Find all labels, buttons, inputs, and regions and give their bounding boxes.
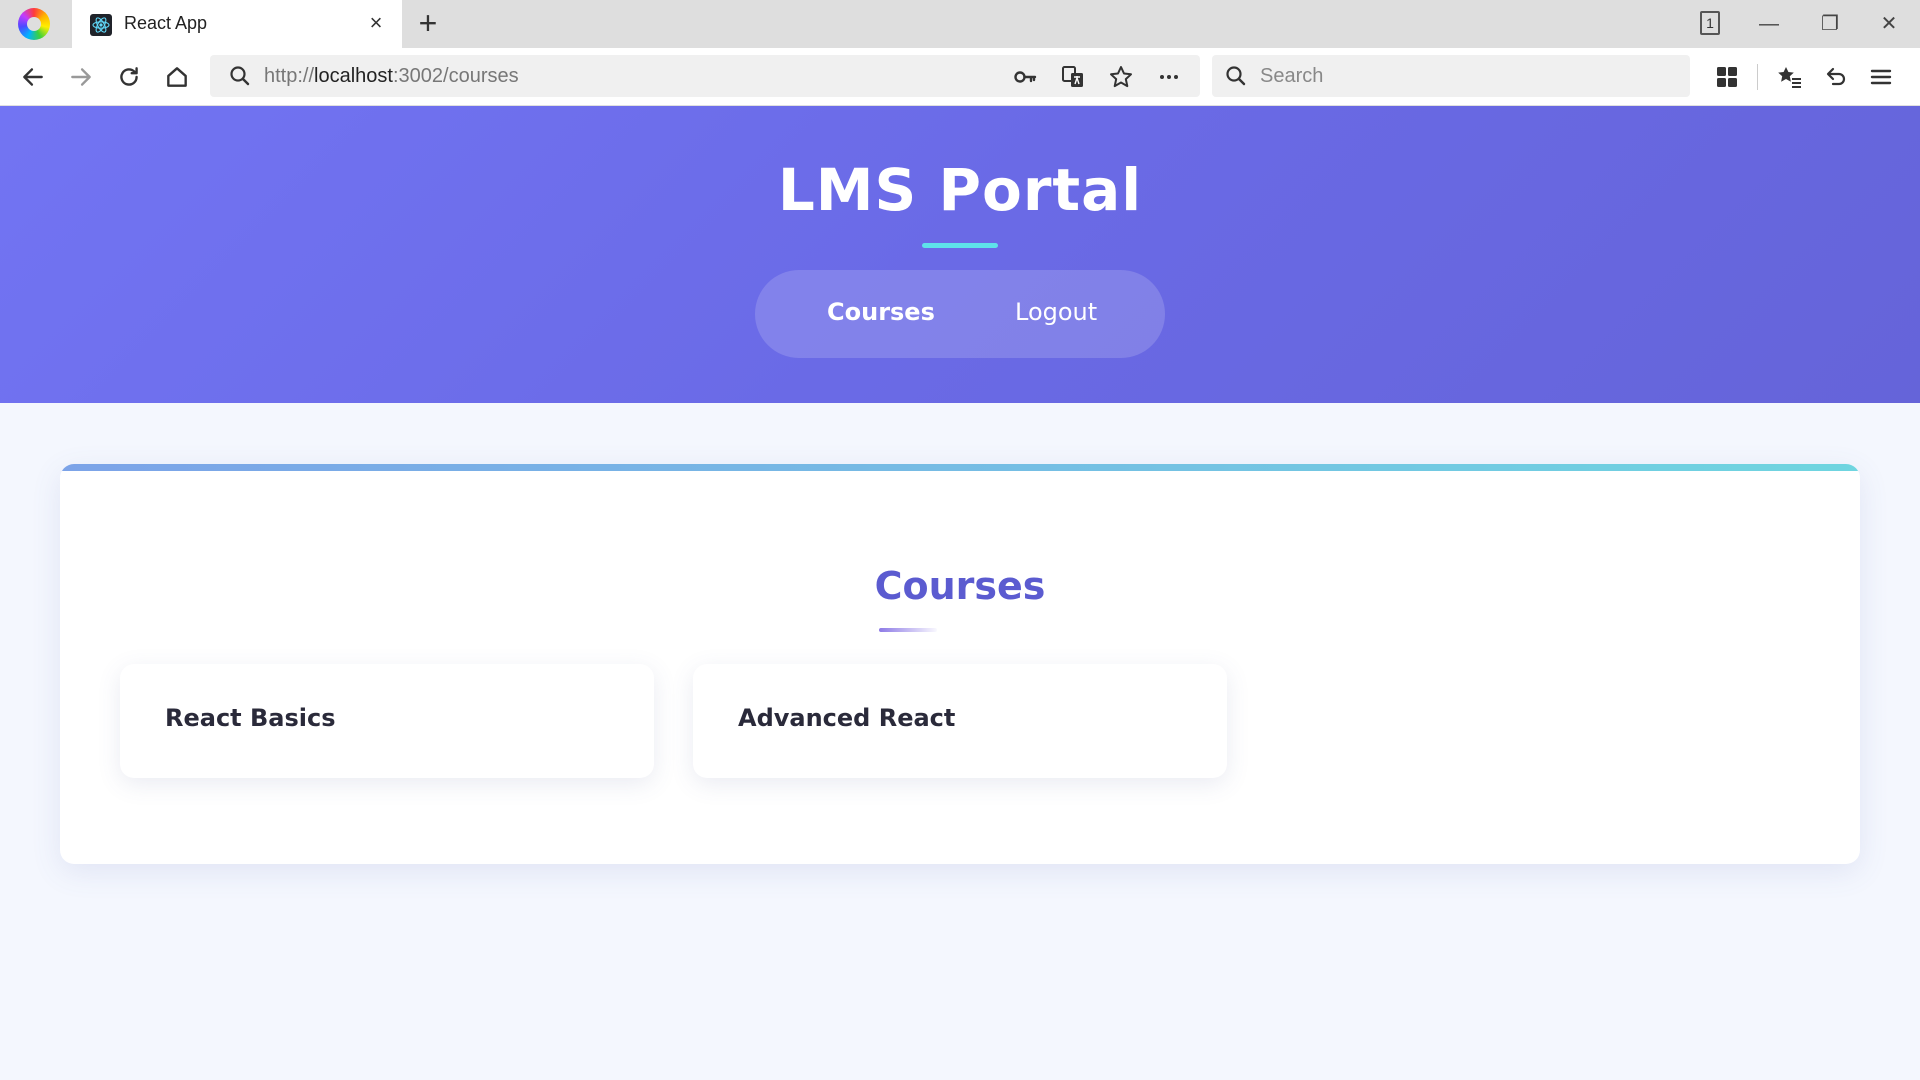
browser-tab-bar: React App × + 1 — ❐ ✕ (0, 0, 1920, 48)
tab-title: React App (124, 13, 208, 33)
hamburger-menu-icon (1870, 69, 1892, 85)
toolbar-divider (1757, 64, 1758, 90)
nav-link-logout[interactable]: Logout (1015, 298, 1097, 326)
back-arrow-icon (23, 68, 43, 86)
new-tab-button[interactable]: + (412, 7, 444, 40)
url-text[interactable]: http://localhost:3002/courses (264, 65, 519, 88)
react-favicon-icon (90, 14, 112, 36)
restore-window-button[interactable]: ❐ (1810, 8, 1850, 40)
browser-tab-active[interactable]: React App × (72, 0, 402, 48)
close-window-button[interactable]: ✕ (1869, 8, 1909, 40)
search-icon (230, 66, 250, 86)
section-title: Courses (874, 564, 1046, 608)
apps-grid-button[interactable] (1710, 60, 1744, 94)
forward-button[interactable] (64, 60, 98, 94)
course-title: Advanced React (738, 704, 956, 732)
tab-close-icon[interactable]: × (364, 12, 388, 36)
minimize-window-button[interactable]: — (1749, 8, 1789, 40)
address-bar[interactable]: http://localhost:3002/courses (210, 55, 1200, 97)
more-options-icon[interactable] (1156, 64, 1182, 90)
section-title-underline (879, 628, 937, 632)
title-underline (922, 243, 998, 248)
browser-search-bar[interactable] (1212, 55, 1690, 97)
site-title: LMS Portal (777, 156, 1143, 224)
favorites-button[interactable] (1773, 60, 1807, 94)
undo-close-tab-button[interactable] (1818, 60, 1852, 94)
main-menu-button[interactable] (1864, 60, 1898, 94)
course-card[interactable]: Advanced React (693, 664, 1227, 778)
courses-panel: Courses React Basics Advanced React (60, 464, 1860, 864)
grid-icon (1717, 67, 1737, 87)
back-button[interactable] (16, 60, 50, 94)
course-card[interactable]: React Basics (120, 664, 654, 778)
course-title: React Basics (165, 704, 336, 732)
favorites-list-icon (1778, 67, 1801, 88)
browser-logo-icon (18, 8, 50, 40)
url-host: localhost (314, 65, 393, 87)
panel-accent-bar (60, 464, 1860, 471)
search-icon (1226, 66, 1246, 86)
key-icon[interactable] (1012, 64, 1038, 90)
browser-toolbar: http://localhost:3002/courses (0, 48, 1920, 106)
nav-link-courses[interactable]: Courses (827, 298, 935, 326)
home-icon (167, 67, 187, 87)
url-path: :3002/courses (392, 65, 519, 87)
reload-icon (120, 67, 138, 86)
tab-count-badge[interactable]: 1 (1700, 11, 1720, 35)
undo-icon (1826, 67, 1846, 86)
site-header: LMS Portal Courses Logout (0, 106, 1920, 403)
main-nav: Courses Logout (755, 270, 1165, 358)
translate-icon[interactable] (1060, 64, 1086, 90)
reload-button[interactable] (112, 60, 146, 94)
url-scheme: http:// (264, 65, 315, 87)
home-button[interactable] (160, 60, 194, 94)
forward-arrow-icon (71, 68, 91, 86)
search-input[interactable] (1260, 61, 1670, 91)
bookmark-star-icon[interactable] (1108, 64, 1134, 90)
